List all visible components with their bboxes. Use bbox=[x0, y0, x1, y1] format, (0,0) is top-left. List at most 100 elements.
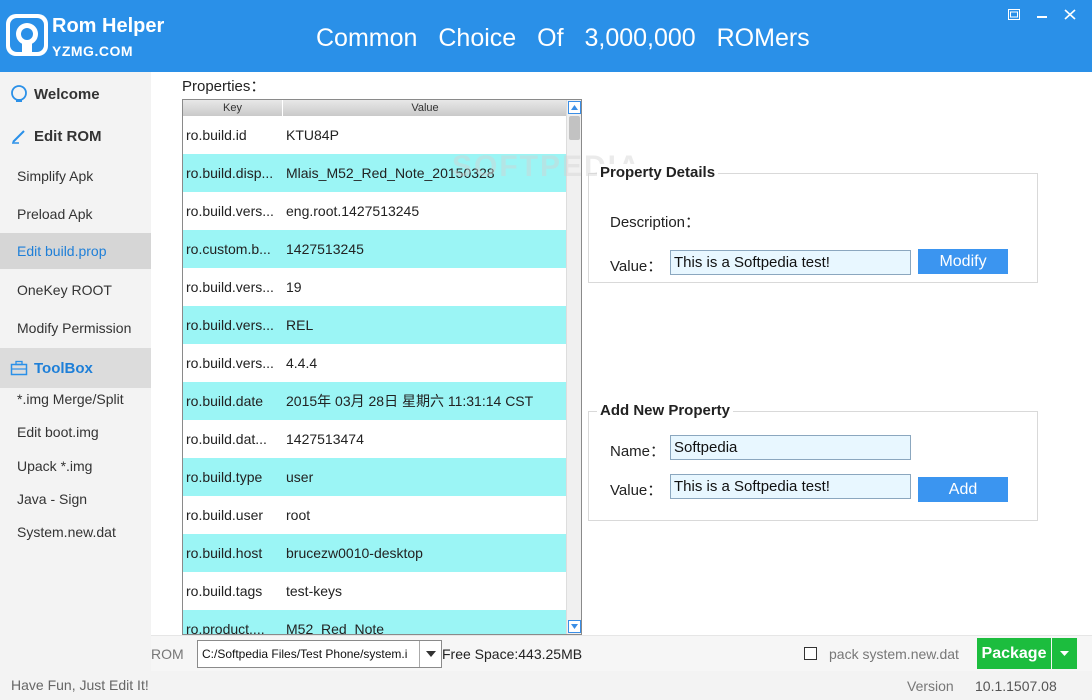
sidebar: Welcome Edit ROM Simplify Apk Preload Ap… bbox=[0, 72, 151, 700]
row-key: ro.build.vers... bbox=[186, 355, 274, 371]
close-icon[interactable] bbox=[1056, 4, 1084, 24]
table-row[interactable]: ro.custom.b... 1427513245 bbox=[183, 230, 567, 268]
row-value: 1427513245 bbox=[286, 241, 364, 257]
sidebar-edit-rom[interactable]: Edit ROM bbox=[0, 116, 151, 156]
pack-system-new-dat-label: pack system.new.dat bbox=[829, 646, 959, 662]
name-input[interactable] bbox=[670, 435, 911, 460]
add-value-input[interactable] bbox=[670, 474, 911, 499]
app-header: Rom Helper YZMG.COM Common Choice Of 3,0… bbox=[0, 0, 1092, 72]
column-header-value[interactable]: Value bbox=[283, 100, 567, 116]
row-value: test-keys bbox=[286, 583, 343, 599]
status-bar: Have Fun, Just Edit It! Version 10.1.150… bbox=[0, 671, 1092, 700]
row-value: KTU84P bbox=[286, 127, 339, 143]
row-key: ro.custom.b... bbox=[186, 241, 271, 257]
row-value: 2015年 03月 28日 星期六 11:31:14 CST bbox=[286, 393, 534, 409]
row-key: ro.build.date bbox=[186, 393, 264, 409]
sidebar-item-simplify-apk[interactable]: Simplify Apk bbox=[0, 158, 151, 194]
add-value-label: Value： bbox=[610, 482, 663, 499]
sidebar-item-onekey-root[interactable]: OneKey ROOT bbox=[0, 272, 151, 308]
property-details-panel: Property Details Description： Value： Mod… bbox=[588, 164, 1038, 283]
table-row[interactable]: ro.build.vers... 4.4.4 bbox=[183, 344, 567, 382]
version-number: 10.1.1507.08 bbox=[975, 678, 1057, 694]
row-value: 1427513474 bbox=[286, 431, 364, 447]
description-label: Description： bbox=[610, 214, 701, 231]
minimize-icon[interactable] bbox=[1028, 4, 1056, 24]
window-controls bbox=[1000, 4, 1084, 24]
tool-item-java-sign[interactable]: Java - Sign bbox=[0, 484, 151, 514]
package-dropdown-icon[interactable] bbox=[1052, 638, 1077, 669]
rom-path-select[interactable]: C:/Softpedia Files/Test Phone/system.i bbox=[197, 640, 442, 668]
table-header: Key Value bbox=[183, 100, 567, 116]
sidebar-item-modify-permission[interactable]: Modify Permission bbox=[0, 310, 151, 346]
row-value: brucezw0010-desktop bbox=[286, 545, 423, 561]
table-row[interactable]: ro.build.dat... 1427513474 bbox=[183, 420, 567, 458]
add-button[interactable]: Add bbox=[918, 477, 1008, 502]
row-key: ro.build.vers... bbox=[186, 279, 274, 295]
table-row[interactable]: ro.build.id KTU84P bbox=[183, 116, 567, 154]
sidebar-toolbox[interactable]: ToolBox bbox=[0, 348, 151, 388]
table-row[interactable]: ro.build.vers... eng.root.1427513245 bbox=[183, 192, 567, 230]
detail-value-label: Value： bbox=[610, 258, 663, 275]
row-key: ro.product.... bbox=[186, 621, 265, 635]
version-label: Version bbox=[907, 678, 954, 694]
table-row[interactable]: ro.build.host brucezw0010-desktop bbox=[183, 534, 567, 572]
table-row[interactable]: ro.build.vers... REL bbox=[183, 306, 567, 344]
tool-item-img-merge-split[interactable]: *.img Merge/Split bbox=[0, 384, 151, 414]
row-key: ro.build.disp... bbox=[186, 165, 274, 181]
row-value: 4.4.4 bbox=[286, 355, 318, 371]
name-label: Name： bbox=[610, 443, 666, 460]
property-details-title: Property Details bbox=[597, 164, 719, 181]
scroll-thumb[interactable] bbox=[569, 116, 580, 140]
status-message: Have Fun, Just Edit It! bbox=[11, 677, 149, 693]
toolbox-icon bbox=[10, 360, 28, 376]
row-key: ro.build.vers... bbox=[186, 203, 274, 219]
add-property-panel: Add New Property Name： Value： Add bbox=[588, 402, 1038, 521]
tool-item-system-new-dat[interactable]: System.new.dat bbox=[0, 517, 151, 547]
tool-item-edit-boot-img[interactable]: Edit boot.img bbox=[0, 417, 151, 447]
free-space-text: Free Space:443.25MB bbox=[442, 646, 582, 662]
row-key: ro.build.tags bbox=[186, 583, 263, 599]
table-row[interactable]: ro.build.date 2015年 03月 28日 星期六 11:31:14 … bbox=[183, 382, 567, 420]
row-key: ro.build.host bbox=[186, 545, 263, 561]
sidebar-item-edit-build-prop[interactable]: Edit build.prop bbox=[0, 233, 151, 269]
sidebar-item-preload-apk[interactable]: Preload Apk bbox=[0, 196, 151, 232]
table-row[interactable]: ro.build.type user bbox=[183, 458, 567, 496]
row-value: 19 bbox=[286, 279, 302, 295]
row-key: ro.build.type bbox=[186, 469, 263, 485]
row-value: user bbox=[286, 469, 314, 485]
pack-system-new-dat-checkbox[interactable] bbox=[804, 647, 817, 660]
row-key: ro.build.dat... bbox=[186, 431, 267, 447]
sidebar-welcome[interactable]: Welcome bbox=[0, 74, 151, 114]
table-body: ro.build.id KTU84P ro.build.disp... Mlais_M… bbox=[183, 116, 567, 635]
table-row[interactable]: ro.build.vers... 19 bbox=[183, 268, 567, 306]
row-value: M52_Red_Note bbox=[286, 621, 385, 635]
add-property-title: Add New Property bbox=[597, 402, 734, 419]
row-value: REL bbox=[286, 317, 314, 333]
table-row[interactable]: ro.build.tags test-keys bbox=[183, 572, 567, 610]
detail-value-input[interactable] bbox=[670, 250, 911, 275]
logo-mark-icon bbox=[6, 14, 48, 56]
sidebar-edit-rom-label: Edit ROM bbox=[34, 127, 102, 145]
restore-icon[interactable] bbox=[1000, 4, 1028, 24]
table-row[interactable]: ro.build.user root bbox=[183, 496, 567, 534]
header-slogan: Common Choice Of 3,000,000 ROMers bbox=[316, 24, 810, 52]
column-header-key[interactable]: Key bbox=[183, 100, 283, 116]
table-row[interactable]: ro.product.... M52_Red_Note bbox=[183, 610, 567, 635]
row-key: ro.build.user bbox=[186, 507, 264, 523]
row-key: ro.build.id bbox=[186, 127, 247, 143]
bottom-bar: ROM C:/Softpedia Files/Test Phone/system… bbox=[151, 635, 1092, 671]
pencil-icon bbox=[12, 130, 25, 144]
rom-path-text: C:/Softpedia Files/Test Phone/system.i bbox=[202, 647, 408, 661]
sidebar-welcome-label: Welcome bbox=[34, 85, 100, 103]
scroll-down-icon[interactable] bbox=[568, 620, 581, 633]
app-logo: Rom Helper YZMG.COM bbox=[4, 6, 164, 64]
modify-button[interactable]: Modify bbox=[918, 249, 1008, 274]
row-value: root bbox=[286, 507, 311, 523]
scroll-up-icon[interactable] bbox=[568, 101, 581, 114]
package-button[interactable]: Package bbox=[977, 638, 1051, 669]
properties-label: Properties： bbox=[182, 78, 266, 95]
sidebar-toolbox-label: ToolBox bbox=[34, 359, 93, 377]
welcome-icon bbox=[11, 85, 27, 102]
chevron-down-icon[interactable] bbox=[419, 641, 441, 667]
tool-item-upack-img[interactable]: Upack *.img bbox=[0, 451, 151, 481]
